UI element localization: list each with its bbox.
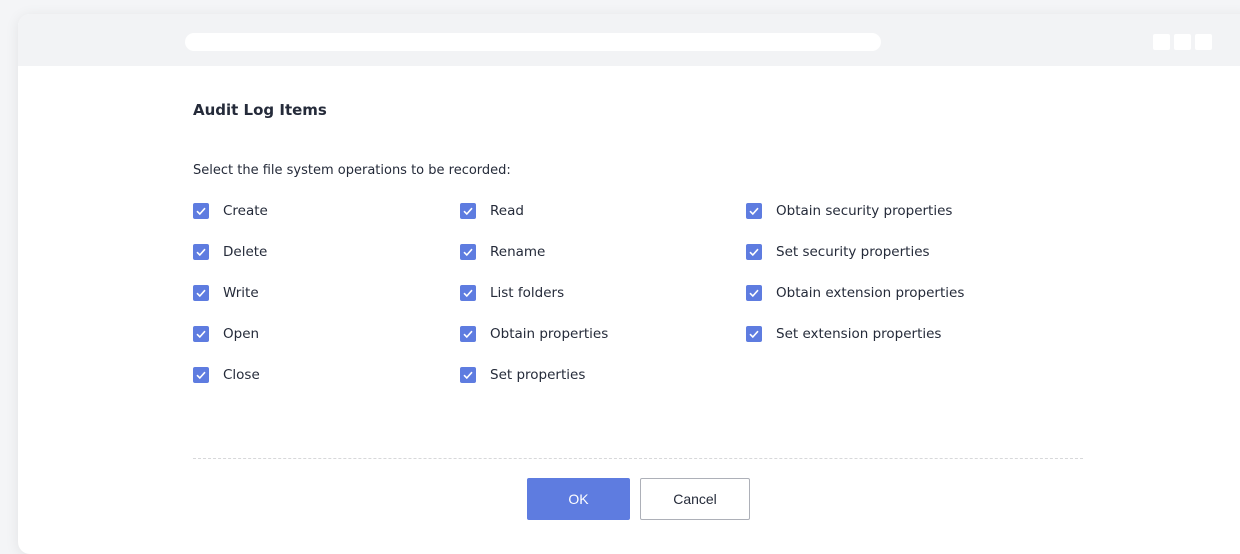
checkbox-checked[interactable] bbox=[746, 285, 762, 301]
option-label: Obtain security properties bbox=[776, 203, 953, 219]
option-label: Set security properties bbox=[776, 244, 930, 260]
checkmark-icon bbox=[196, 289, 206, 298]
option-label: List folders bbox=[490, 285, 565, 301]
checkmark-icon bbox=[196, 248, 206, 257]
checkmark-icon bbox=[463, 371, 473, 380]
option-label: Rename bbox=[490, 244, 546, 260]
option-label: Create bbox=[223, 203, 268, 219]
option-label: Write bbox=[223, 285, 259, 301]
checkbox-checked[interactable] bbox=[746, 244, 762, 260]
checkbox-checked[interactable] bbox=[193, 244, 209, 260]
option-label: Obtain properties bbox=[490, 326, 609, 342]
option-set-security-properties[interactable]: Set security properties bbox=[746, 243, 930, 261]
option-close[interactable]: Close bbox=[193, 366, 260, 384]
address-bar[interactable] bbox=[185, 33, 881, 51]
checkmark-icon bbox=[749, 248, 759, 257]
option-label: Obtain extension properties bbox=[776, 285, 965, 301]
checkmark-icon bbox=[196, 330, 206, 339]
option-label: Set extension properties bbox=[776, 326, 942, 342]
option-read[interactable]: Read bbox=[460, 202, 524, 220]
checkmark-icon bbox=[196, 207, 206, 216]
option-rename[interactable]: Rename bbox=[460, 243, 545, 261]
checkmark-icon bbox=[749, 289, 759, 298]
option-obtain-security-properties[interactable]: Obtain security properties bbox=[746, 202, 952, 220]
window-controls bbox=[1153, 34, 1212, 50]
option-delete[interactable]: Delete bbox=[193, 243, 267, 261]
footer-divider bbox=[193, 458, 1083, 459]
checkmark-icon bbox=[749, 330, 759, 339]
option-create[interactable]: Create bbox=[193, 202, 268, 220]
checkbox-checked[interactable] bbox=[460, 203, 476, 219]
checkbox-checked[interactable] bbox=[746, 326, 762, 342]
browser-window: Audit Log Items Select the file system o… bbox=[18, 14, 1240, 554]
checkmark-icon bbox=[463, 330, 473, 339]
browser-chrome-bar bbox=[18, 14, 1240, 66]
option-write[interactable]: Write bbox=[193, 284, 259, 302]
checkbox-checked[interactable] bbox=[193, 326, 209, 342]
option-obtain-extension-properties[interactable]: Obtain extension properties bbox=[746, 284, 964, 302]
window-control-button[interactable] bbox=[1195, 34, 1212, 50]
option-label: Open bbox=[223, 326, 260, 342]
option-set-properties[interactable]: Set properties bbox=[460, 366, 585, 384]
checkmark-icon bbox=[463, 207, 473, 216]
option-label: Read bbox=[490, 203, 524, 219]
dialog-title: Audit Log Items bbox=[193, 101, 327, 119]
checkmark-icon bbox=[463, 289, 473, 298]
checkbox-checked[interactable] bbox=[460, 367, 476, 383]
option-label: Delete bbox=[223, 244, 268, 260]
option-label: Close bbox=[223, 367, 260, 383]
option-list-folders[interactable]: List folders bbox=[460, 284, 564, 302]
window-control-button[interactable] bbox=[1153, 34, 1170, 50]
option-obtain-properties[interactable]: Obtain properties bbox=[460, 325, 608, 343]
window-control-button[interactable] bbox=[1174, 34, 1191, 50]
audit-log-dialog: Audit Log Items Select the file system o… bbox=[18, 66, 1240, 554]
cancel-button[interactable]: Cancel bbox=[640, 478, 750, 520]
ok-button[interactable]: OK bbox=[527, 478, 630, 520]
checkbox-checked[interactable] bbox=[460, 244, 476, 260]
instruction-text: Select the file system operations to be … bbox=[193, 163, 511, 178]
option-label: Set properties bbox=[490, 367, 586, 383]
checkmark-icon bbox=[196, 371, 206, 380]
checkbox-checked[interactable] bbox=[460, 326, 476, 342]
checkbox-checked[interactable] bbox=[460, 285, 476, 301]
option-open[interactable]: Open bbox=[193, 325, 259, 343]
checkbox-checked[interactable] bbox=[746, 203, 762, 219]
checkmark-icon bbox=[749, 207, 759, 216]
checkmark-icon bbox=[463, 248, 473, 257]
checkbox-checked[interactable] bbox=[193, 367, 209, 383]
checkbox-checked[interactable] bbox=[193, 285, 209, 301]
option-set-extension-properties[interactable]: Set extension properties bbox=[746, 325, 941, 343]
checkbox-checked[interactable] bbox=[193, 203, 209, 219]
